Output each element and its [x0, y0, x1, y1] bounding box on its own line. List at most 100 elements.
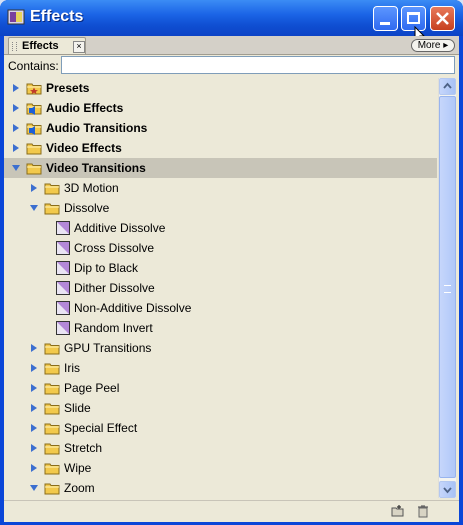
new-custom-bin-icon[interactable] [391, 504, 405, 518]
panel-menu-button[interactable]: More ▸ [411, 39, 455, 52]
close-icon [436, 12, 449, 25]
tree-folder-row[interactable]: Slide [4, 398, 437, 418]
effect-item[interactable]: Random Invert [4, 318, 437, 338]
collapsed-arrow-icon[interactable] [29, 343, 39, 353]
tree-item-label: Video Effects [46, 141, 122, 155]
tree-folder-row[interactable]: Page Peel [4, 378, 437, 398]
tree-item-label: Additive Dissolve [74, 221, 166, 235]
tree-folder-row[interactable]: Dissolve [4, 198, 437, 218]
folder-icon [44, 403, 60, 415]
transition-effect-icon [56, 221, 70, 235]
scroll-down-button[interactable] [439, 481, 456, 498]
folder-icon [26, 143, 42, 155]
tree-item-label: Slide [64, 401, 91, 415]
folder-icon [44, 463, 60, 475]
preset-folder-icon [26, 83, 42, 95]
folder-icon [44, 343, 60, 355]
collapsed-arrow-icon[interactable] [11, 123, 21, 133]
tree-item-label: Presets [46, 81, 90, 95]
tree-item-label: Stretch [64, 441, 103, 455]
collapsed-arrow-icon[interactable] [29, 443, 39, 453]
close-button[interactable] [430, 6, 455, 31]
tree-item-label: Non-Additive Dissolve [74, 301, 192, 315]
transition-effect-icon [56, 321, 70, 335]
collapsed-arrow-icon[interactable] [29, 363, 39, 373]
folder-icon [44, 443, 60, 455]
tree-item-label: Zoom [64, 481, 95, 495]
panel-tab-bar: Effects × More ▸ [4, 36, 459, 55]
tree-item-label: Wipe [64, 461, 92, 475]
tab-close-icon[interactable]: × [73, 41, 85, 53]
scroll-down-arrow-icon [443, 487, 452, 494]
collapsed-arrow-icon[interactable] [29, 423, 39, 433]
scroll-grip-icon [444, 285, 451, 293]
transition-effect-icon [56, 301, 70, 315]
folder-icon [44, 183, 60, 195]
window-title: Effects [30, 8, 84, 25]
audio-folder-icon [26, 123, 42, 135]
panel-footer [4, 500, 459, 522]
tree-item-label: Dither Dissolve [74, 281, 155, 295]
tree-item-label: GPU Transitions [64, 341, 152, 355]
expanded-arrow-icon[interactable] [29, 203, 39, 213]
tree-folder-row[interactable]: Stretch [4, 438, 437, 458]
collapsed-arrow-icon[interactable] [11, 103, 21, 113]
audio-folder-icon [26, 103, 42, 115]
effect-item[interactable]: Additive Dissolve [4, 218, 437, 238]
tree-folder-row[interactable]: Special Effect [4, 418, 437, 438]
collapsed-arrow-icon[interactable] [29, 403, 39, 413]
expanded-arrow-icon[interactable] [11, 163, 21, 173]
tree-folder-row[interactable]: Video Effects [4, 138, 437, 158]
tree-item-label: Special Effect [64, 421, 138, 435]
folder-icon [44, 483, 60, 495]
effect-item[interactable]: Dither Dissolve [4, 278, 437, 298]
folder-icon [44, 363, 60, 375]
collapsed-arrow-icon[interactable] [29, 183, 39, 193]
folder-icon [44, 203, 60, 215]
tree-item-label: Dip to Black [74, 261, 139, 275]
transition-effect-icon [56, 241, 70, 255]
effects-tree: Presets Audio Effects Audio Transitions Vid… [4, 78, 437, 498]
tree-item-label: Audio Transitions [46, 121, 148, 135]
transition-effect-icon [56, 261, 70, 275]
vertical-scrollbar[interactable] [438, 78, 456, 498]
scroll-thumb[interactable] [439, 96, 456, 478]
collapsed-arrow-icon[interactable] [29, 463, 39, 473]
trash-icon[interactable] [416, 504, 430, 518]
tree-folder-row[interactable]: GPU Transitions [4, 338, 437, 358]
tree-item-label: 3D Motion [64, 181, 119, 195]
effect-item[interactable]: Cross Dissolve [4, 238, 437, 258]
tree-item-label: Iris [64, 361, 80, 375]
tree-folder-row[interactable]: Presets [4, 78, 437, 98]
collapsed-arrow-icon[interactable] [11, 83, 21, 93]
tree-folder-row[interactable]: Zoom [4, 478, 437, 498]
tree-item-label: Cross Dissolve [74, 241, 155, 255]
tab-grip-icon[interactable] [12, 42, 17, 51]
tree-item-label: Random Invert [74, 321, 153, 335]
search-bar: Contains: [4, 55, 459, 77]
scroll-up-button[interactable] [439, 78, 456, 95]
effects-panel: Effects × More ▸ Contains: Presets Audio … [4, 36, 459, 522]
folder-icon [26, 163, 42, 175]
collapsed-arrow-icon[interactable] [29, 383, 39, 393]
tree-item-label: Video Transitions [46, 161, 146, 175]
tree-item-label: Dissolve [64, 201, 110, 215]
effect-item[interactable]: Non-Additive Dissolve [4, 298, 437, 318]
collapsed-arrow-icon[interactable] [11, 143, 21, 153]
tab-effects[interactable]: Effects × [8, 37, 86, 54]
tree-folder-row[interactable]: Audio Transitions [4, 118, 437, 138]
tree-folder-row[interactable]: Video Transitions [4, 158, 437, 178]
contains-search-input[interactable] [61, 56, 455, 74]
effects-window: Effects Effects × More ▸ Contains: Prese… [0, 0, 463, 525]
effect-item[interactable]: Dip to Black [4, 258, 437, 278]
tree-folder-row[interactable]: 3D Motion [4, 178, 437, 198]
tree-folder-row[interactable]: Wipe [4, 458, 437, 478]
contains-label: Contains: [8, 59, 59, 73]
expanded-arrow-icon[interactable] [29, 483, 39, 493]
tree-folder-row[interactable]: Audio Effects [4, 98, 437, 118]
folder-icon [44, 383, 60, 395]
title-bar[interactable]: Effects [0, 0, 463, 43]
minimize-button[interactable] [373, 6, 398, 31]
tab-effects-label: Effects [22, 40, 59, 52]
tree-folder-row[interactable]: Iris [4, 358, 437, 378]
